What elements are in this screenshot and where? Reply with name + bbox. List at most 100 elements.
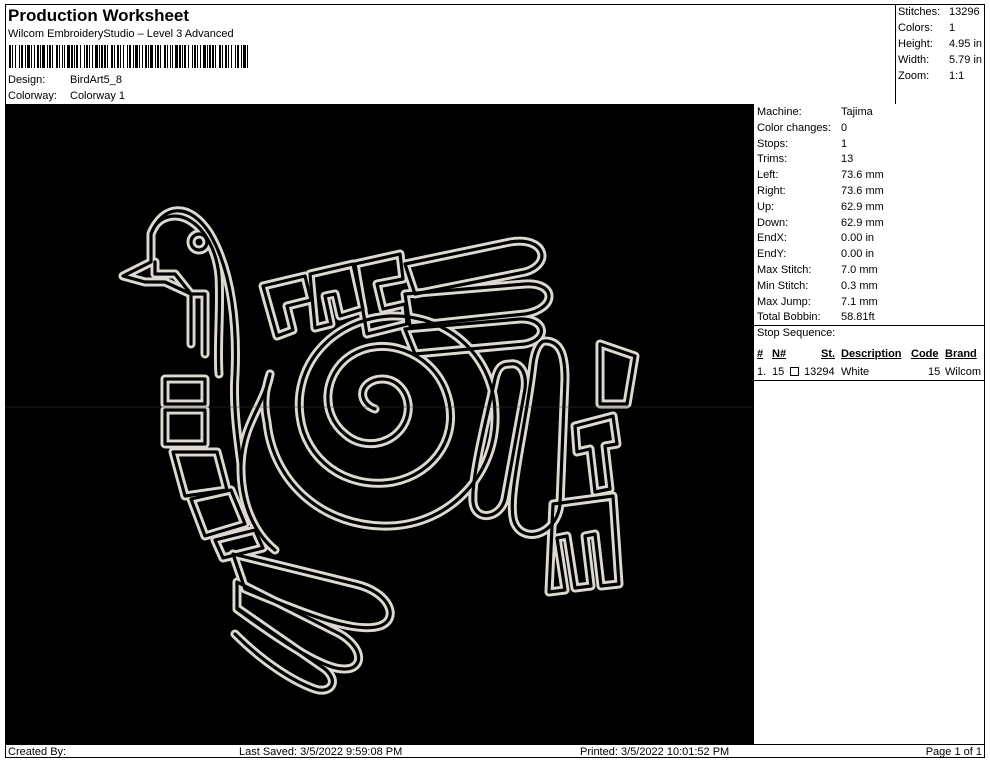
height-row: Height: 4.95 in (898, 36, 982, 52)
stitch-outline (570, 411, 622, 497)
stop-description: White (841, 366, 870, 378)
machine-info-value: 0.00 in (841, 248, 875, 261)
width-row: Width: 5.79 in (898, 52, 982, 68)
machine-info-value: 7.0 mm (841, 264, 878, 276)
worksheet-header: Production Worksheet Wilcom EmbroiderySt… (5, 4, 896, 104)
machine-info-row: Trims: 13 (757, 151, 853, 167)
machine-info-row: Max Stitch: 7.0 mm (757, 262, 878, 278)
stop-needle: 15 (772, 366, 785, 378)
design-label: Design: (8, 74, 46, 86)
machine-info-value: 62.9 mm (841, 200, 884, 213)
stitch-outline-core (216, 274, 222, 376)
machine-info-row: Total Bobbin: 58.81ft (757, 309, 875, 325)
machine-info-panel: Machine: Tajima Color changes: 0 Stops: 1 Trim… (753, 104, 985, 744)
machine-info-label: Stops: (757, 137, 789, 150)
machine-info-row: Down: 62.9 mm (757, 215, 884, 231)
col-description: Description (841, 348, 902, 360)
last-saved: Last Saved: 3/5/2022 9:59:08 PM (239, 746, 403, 758)
col-n: N# (772, 348, 787, 360)
machine-info-value: 58.81ft (841, 311, 875, 324)
page-title: Production Worksheet (8, 6, 190, 25)
zoom-row: Zoom: 1:1 (898, 68, 964, 84)
machine-info-row: EndX: 0.00 in (757, 230, 874, 246)
machine-info-row: EndY: 0.00 in (757, 246, 874, 262)
machine-info-label: Color changes: (757, 121, 831, 134)
machine-info-label: EndY: (757, 248, 787, 261)
design-summary: Stitches: 13296 Colors: 1 Height: 4.95 in W… (896, 4, 985, 104)
thread-color-swatch (790, 367, 799, 376)
zoom-label: Zoom: (898, 70, 930, 82)
width-value: 5.79 in (949, 54, 983, 66)
col-st: St. (821, 348, 836, 360)
machine-info-label: Max Jump: (757, 295, 811, 308)
machine-info-row: Up: 62.9 mm (757, 199, 884, 215)
colorway-label: Colorway: (8, 90, 57, 102)
machine-info-row: Color changes: 0 (757, 120, 847, 136)
stop-stitches: 13294 (804, 366, 835, 378)
machine-info-value: 0.00 in (841, 232, 875, 245)
printed-date: Printed: 3/5/2022 10:01:52 PM (580, 746, 730, 758)
machine-info-value: 0.3 mm (841, 279, 878, 292)
created-by: Created By: (8, 746, 67, 758)
machine-info-row: Left: 73.6 mm (757, 167, 884, 183)
machine-info-row: Min Stitch: 0.3 mm (757, 278, 878, 294)
stop-brand: Wilcom (945, 366, 982, 378)
barcode (9, 45, 248, 68)
col-brand: Brand (945, 348, 977, 360)
machine-info-label: Max Stitch: (757, 264, 812, 276)
machine-info-label: Min Stitch: (757, 279, 809, 292)
machine-info-value: 73.6 mm (841, 169, 884, 182)
col-num: # (757, 348, 764, 360)
stitch-outline-core (163, 408, 207, 446)
machine-info-label: EndX: (757, 232, 787, 245)
col-code: Code (911, 348, 939, 360)
machine-info-row: Machine: Tajima (757, 104, 873, 120)
stitch-outline (118, 206, 246, 469)
height-label: Height: (898, 38, 933, 50)
width-label: Width: (898, 54, 930, 66)
divider (754, 380, 985, 381)
colors-label: Colors: (898, 22, 933, 34)
stitch-outline (160, 405, 210, 449)
embroidery-design (5, 206, 753, 695)
worksheet-footer: Created By: Last Saved: 3/5/2022 9:59:08… (5, 744, 985, 758)
stitches-value: 13296 (949, 6, 980, 18)
stop-sequence-title: Stop Sequence: (757, 327, 836, 339)
machine-info-value: 13 (841, 153, 854, 166)
stitch-outline (150, 257, 210, 359)
machine-info-row: Right: 73.6 mm (757, 183, 884, 199)
machine-info-label: Up: (757, 200, 775, 213)
machine-info-label: Total Bobbin: (757, 311, 821, 324)
machine-info-row: Max Jump: 7.1 mm (757, 294, 878, 310)
machine-info-value: 62.9 mm (841, 216, 884, 229)
zoom-value: 1:1 (949, 70, 965, 82)
stitches-row: Stitches: 13296 (898, 4, 980, 20)
machine-info-value: 73.6 mm (841, 185, 884, 197)
colorway-value: Colorway 1 (70, 90, 126, 102)
colors-value: 1 (949, 22, 956, 34)
machine-info-label: Left: (757, 169, 779, 182)
machine-info-value: 0 (841, 121, 848, 134)
colors-row: Colors: 1 (898, 20, 955, 36)
design-value: BirdArt5_8 (70, 74, 122, 86)
design-preview (5, 104, 753, 744)
machine-info-value: Tajima (841, 106, 873, 118)
height-value: 4.95 in (949, 38, 983, 50)
stitch-outline-core (121, 209, 243, 466)
machine-info-label: Machine: (757, 106, 802, 118)
machine-info-label: Trims: (757, 153, 788, 166)
stitches-label: Stitches: (898, 6, 941, 18)
stop-num: 1. (757, 366, 767, 378)
machine-info-label: Right: (757, 185, 786, 197)
stop-sequence-row: 1. 15 13294 White 15 Wilcom (757, 364, 985, 380)
design-row: Design: BirdArt5_8 (8, 74, 122, 86)
machine-info-label: Down: (757, 216, 789, 229)
page-number: Page 1 of 1 (925, 746, 982, 758)
stitch-outline (160, 374, 210, 409)
machine-info-value: 7.1 mm (841, 295, 878, 308)
machine-info-value: 1 (841, 137, 848, 150)
machine-info-row: Stops: 1 (757, 136, 847, 152)
colorway-row: Colorway: Colorway 1 (8, 90, 125, 102)
stop-code: 15 (928, 366, 941, 378)
software-name: Wilcom EmbroideryStudio – Level 3 Advanc… (8, 28, 234, 40)
